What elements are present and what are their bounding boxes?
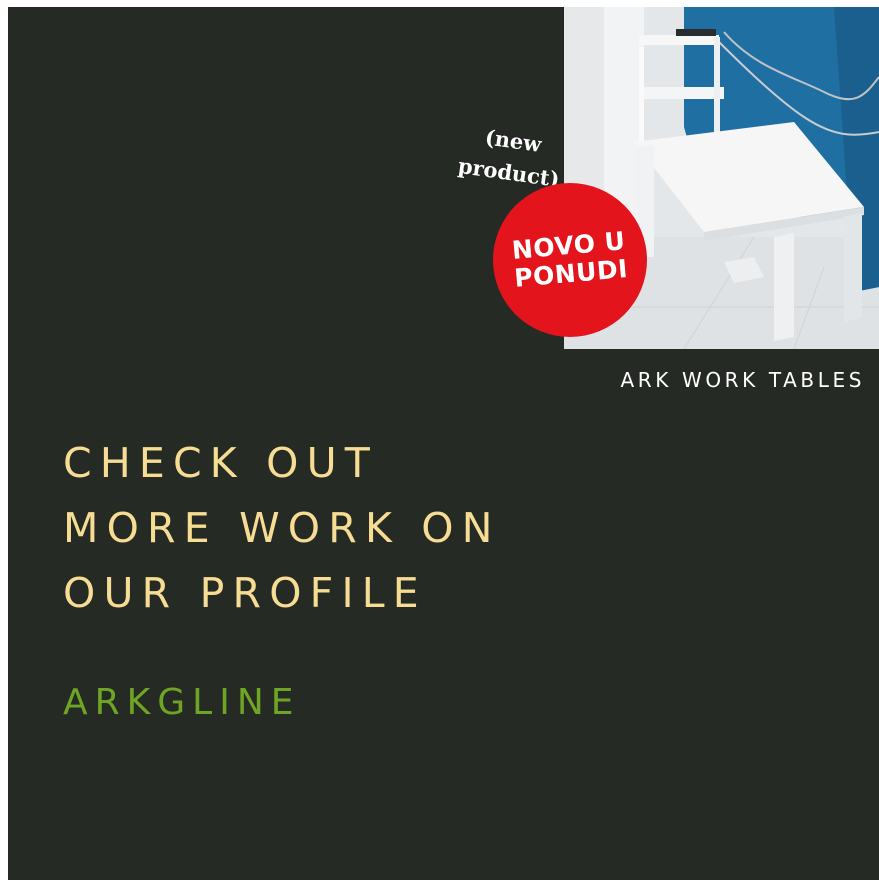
photo-caption: ARK WORK TABLES bbox=[620, 368, 865, 392]
badge-text: NOVO U PONUDI bbox=[511, 226, 629, 293]
brand-name: ARKGLINE bbox=[63, 682, 301, 723]
novo-u-ponudi-badge: NOVO U PONUDI bbox=[493, 183, 647, 337]
headline-line-2: MORE WORK ON bbox=[63, 504, 501, 552]
headline-line-1: CHECK OUT bbox=[63, 439, 379, 487]
headline-line-3: OUR PROFILE bbox=[63, 569, 427, 617]
headline: CHECK OUT MORE WORK ON OUR PROFILE bbox=[63, 431, 501, 626]
post-card: (new product) NOVO U PONUDI ARK WORK TAB… bbox=[8, 7, 879, 880]
